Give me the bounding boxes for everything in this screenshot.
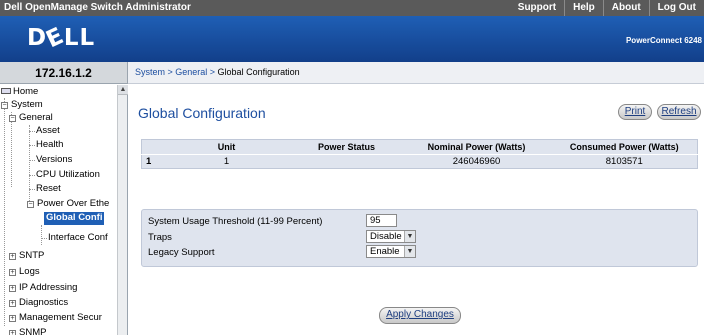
refresh-button[interactable]: Refresh — [657, 104, 701, 120]
tree-label: Logs — [19, 266, 40, 277]
cell-unit: 1 — [161, 154, 292, 169]
tree-label: IP Addressing — [19, 282, 78, 293]
tree-item-general[interactable]: − General — [9, 112, 53, 125]
collapse-icon[interactable]: − — [9, 115, 16, 122]
tree-item-health[interactable]: Health — [36, 139, 63, 152]
print-button[interactable]: Print — [618, 104, 652, 120]
tree-scrollbar[interactable]: ▲ — [117, 85, 128, 335]
expand-icon[interactable]: + — [9, 330, 16, 335]
expand-icon[interactable]: + — [9, 253, 16, 260]
tree-label: Asset — [36, 125, 60, 136]
tree-item-home[interactable]: Home — [1, 86, 38, 99]
threshold-input[interactable]: 95 — [366, 214, 397, 227]
logout-link[interactable]: Log Out — [648, 0, 704, 16]
tree-label: SNTP — [19, 250, 45, 261]
table-header-row: Unit Power Status Nominal Power (Watts) … — [142, 140, 698, 155]
tree-item-logs[interactable]: + Logs — [9, 266, 40, 279]
dell-logo: DELL — [27, 22, 96, 54]
expand-icon[interactable]: + — [9, 300, 16, 307]
col-unit: Unit — [217, 142, 236, 152]
tree-label: Reset — [36, 183, 61, 194]
nav-tree: Home − System − General Asset Health Versi… — [0, 85, 128, 335]
tree-label: General — [19, 112, 53, 123]
tree-label: CPU Utilization — [36, 169, 100, 180]
tree-item-cpu-utilization[interactable]: CPU Utilization — [36, 169, 100, 182]
cell-power-status — [291, 154, 402, 169]
collapse-icon[interactable]: − — [27, 201, 34, 208]
tree-item-management-security[interactable]: + Management Secur — [9, 312, 102, 325]
tree-label: Management Secur — [19, 312, 102, 323]
legacy-support-label: Legacy Support — [148, 247, 215, 258]
tree-label: Global Confi — [46, 212, 103, 223]
expand-icon[interactable]: + — [9, 269, 16, 276]
refresh-label: Refresh — [661, 106, 697, 117]
traps-selected-value: Disable — [370, 231, 402, 242]
page-title: Global Configuration — [138, 105, 266, 121]
main-content: Global Configuration Print Refresh Unit … — [129, 85, 704, 335]
col-nominal-power: Nominal Power (Watts) — [427, 142, 526, 152]
tree-label: Interface Conf — [48, 232, 108, 243]
tree-label: Home — [13, 86, 39, 97]
tree-item-sntp[interactable]: + SNTP — [9, 250, 44, 263]
cell-nominal-power: 246046960 — [401, 154, 552, 169]
traps-label: Traps — [148, 232, 172, 243]
traps-select[interactable]: Disable ▼ — [366, 230, 416, 243]
legacy-support-select[interactable]: Enable ▼ — [366, 245, 416, 258]
expand-icon[interactable]: + — [9, 285, 16, 292]
chevron-down-icon[interactable]: ▼ — [404, 231, 415, 242]
col-consumed-power: Consumed Power (Watts) — [569, 142, 679, 152]
tree-label: Versions — [36, 154, 73, 165]
tree-label: SNMP — [19, 327, 47, 335]
scroll-up-arrow-icon[interactable]: ▲ — [118, 85, 128, 95]
chevron-down-icon[interactable]: ▼ — [404, 246, 415, 257]
settings-form: System Usage Threshold (11-99 Percent) 9… — [141, 209, 698, 267]
device-address: 172.16.1.2 — [0, 62, 128, 84]
tree-item-interface-configuration[interactable]: Interface Conf — [48, 232, 108, 245]
breadcrumb: System > General > Global Configuration — [135, 67, 300, 77]
help-link[interactable]: Help — [564, 0, 603, 16]
tree-item-snmp[interactable]: + SNMP — [9, 327, 46, 335]
apply-changes-button[interactable]: Apply Changes — [379, 307, 461, 324]
brand-banner: DELL PowerConnect 6248 — [0, 16, 704, 62]
tree-item-global-configuration[interactable]: Global Confi — [44, 212, 105, 225]
product-model: PowerConnect 6248 — [625, 36, 702, 45]
computer-icon — [1, 88, 11, 94]
power-status-table: Unit Power Status Nominal Power (Watts) … — [141, 139, 698, 169]
tree-item-ip-addressing[interactable]: + IP Addressing — [9, 282, 77, 295]
tree-label: Health — [36, 139, 64, 150]
tree-item-asset[interactable]: Asset — [36, 125, 60, 138]
print-label: Print — [624, 106, 646, 117]
row-index: 1 — [141, 154, 162, 169]
app-title: Dell OpenManage Switch Administrator — [4, 2, 191, 13]
support-link[interactable]: Support — [510, 0, 564, 16]
tree-label: Power Over Ethe — [37, 198, 110, 209]
tree-item-power-over-ethernet[interactable]: − Power Over Ethe — [27, 198, 109, 211]
breadcrumb-path[interactable]: System > General > — [135, 67, 218, 77]
breadcrumb-current: Global Configuration — [217, 67, 300, 77]
top-menu-bar: Dell OpenManage Switch Administrator Sup… — [0, 0, 704, 16]
tree-label: Diagnostics — [19, 297, 69, 308]
about-link[interactable]: About — [602, 0, 649, 16]
tree-item-versions[interactable]: Versions — [36, 154, 72, 167]
legacy-selected-value: Enable — [370, 246, 400, 257]
collapse-icon[interactable]: − — [1, 102, 8, 109]
top-menu: Support Help About Log Out — [510, 0, 704, 16]
breadcrumb-bar: System > General > Global Configuration — [128, 62, 704, 84]
threshold-label: System Usage Threshold (11-99 Percent) — [148, 216, 323, 227]
table-row: 1 1 246046960 8103571 — [141, 154, 698, 169]
col-power-status: Power Status — [317, 142, 375, 152]
tree-item-diagnostics[interactable]: + Diagnostics — [9, 297, 68, 310]
tree-item-system[interactable]: − System — [1, 99, 43, 112]
tree-label: System — [11, 99, 43, 110]
tree-item-reset[interactable]: Reset — [36, 183, 61, 196]
apply-changes-label: Apply Changes — [386, 309, 454, 320]
expand-icon[interactable]: + — [9, 315, 16, 322]
cell-consumed-power: 8103571 — [551, 154, 698, 169]
